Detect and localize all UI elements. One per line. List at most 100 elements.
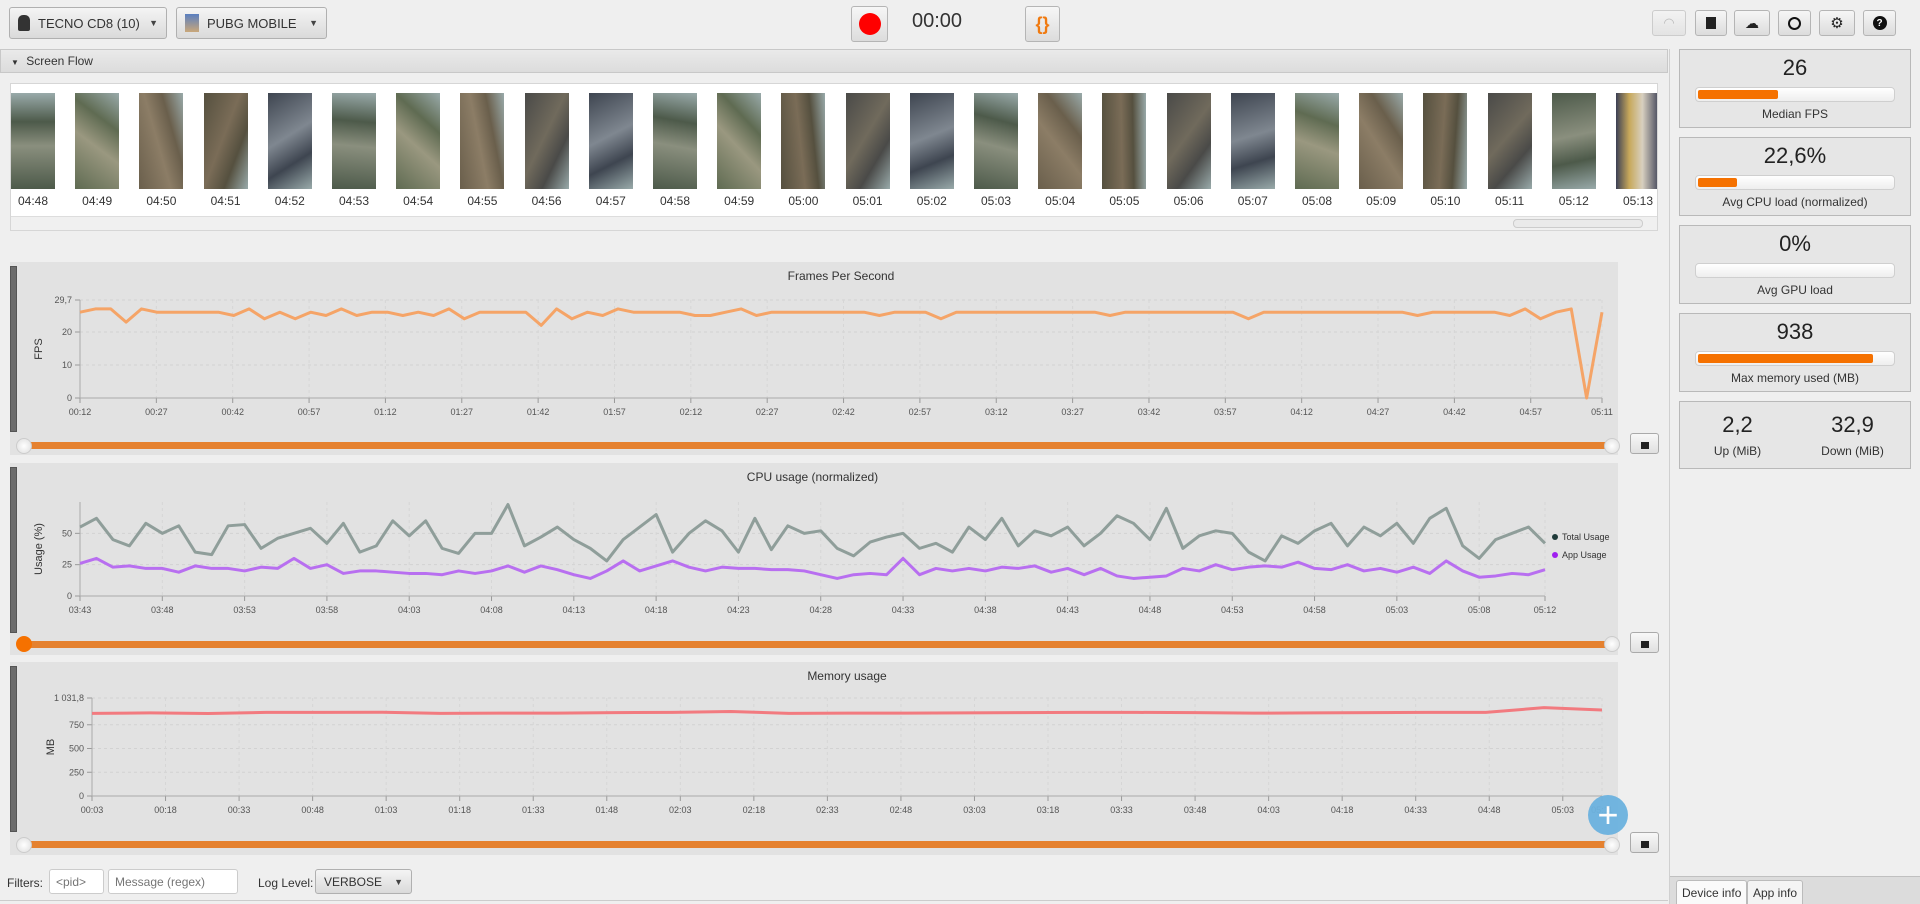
x-tick-label: 05:03 xyxy=(1386,605,1409,615)
screen-thumbnail[interactable]: 05:08 xyxy=(1285,84,1349,216)
upload-value: 2,2 xyxy=(1722,412,1753,437)
thumbnail-time: 05:09 xyxy=(1366,194,1397,208)
message-filter-input[interactable] xyxy=(108,869,238,894)
x-tick-label: 01:57 xyxy=(603,407,626,417)
history-button[interactable] xyxy=(1778,10,1811,36)
screen-thumbnail[interactable]: 05:01 xyxy=(836,84,900,216)
scrollbar-thumb[interactable] xyxy=(1513,219,1643,228)
screen-flow-strip[interactable]: 04:48 04:49 04:50 04:51 04:52 04:53 04:54 04:55… xyxy=(10,83,1658,231)
memory-lock-button[interactable] xyxy=(1630,832,1659,853)
device-dropdown[interactable]: TECNO CD8 (10) ▼ xyxy=(9,7,167,39)
screen-thumbnail[interactable]: 04:56 xyxy=(515,84,579,216)
device-name: TECNO CD8 (10) xyxy=(38,15,140,31)
series-line-app-usage xyxy=(79,556,1546,580)
thumbnail-image xyxy=(1423,93,1468,189)
x-tick-label: 05:03 xyxy=(1552,805,1575,815)
thumbnail-time: 04:58 xyxy=(659,194,691,208)
x-tick-label: 03:12 xyxy=(985,407,1008,417)
horizontal-scrollbar[interactable] xyxy=(11,216,1657,230)
screen-thumbnail[interactable]: 05:00 xyxy=(771,84,835,216)
network-card: 2,2 Up (MiB) 32,9 Down (MiB) xyxy=(1679,401,1911,469)
fps-range-slider[interactable] xyxy=(22,442,1612,449)
json-button[interactable]: {} xyxy=(1025,6,1060,42)
chart-title: Memory usage xyxy=(807,669,887,683)
screen-thumbnail[interactable]: 04:51 xyxy=(194,84,258,216)
thumbnail-image xyxy=(1295,93,1339,189)
chevron-down-icon: ▼ xyxy=(309,18,318,28)
x-tick-label: 01:33 xyxy=(522,805,545,815)
screen-thumbnail[interactable]: 04:50 xyxy=(129,84,193,216)
slider-end-handle[interactable] xyxy=(1604,837,1620,853)
screen-thumbnail[interactable]: 05:10 xyxy=(1413,84,1477,216)
screen-thumbnail[interactable]: 04:57 xyxy=(579,84,643,216)
x-tick-label: 03:48 xyxy=(151,605,174,615)
screen-thumbnail[interactable]: 04:59 xyxy=(707,84,771,216)
screen-thumbnail[interactable]: 04:58 xyxy=(643,84,707,216)
screen-thumbnail[interactable]: 04:55 xyxy=(450,84,514,216)
app-dropdown[interactable]: PUBG MOBILE ▼ xyxy=(176,7,327,39)
x-tick-label: 01:12 xyxy=(374,407,397,417)
thumbnail-time: 05:01 xyxy=(852,194,883,208)
thumbnail-time: 05:12 xyxy=(1558,194,1589,208)
y-tick-label: 0 xyxy=(67,591,72,601)
wifi-button[interactable]: ◠ xyxy=(1652,10,1686,36)
screen-flow-header[interactable]: ▼ Screen Flow xyxy=(0,49,1668,73)
add-marker-button[interactable]: + xyxy=(1588,795,1628,835)
screen-thumbnail[interactable]: 05:03 xyxy=(964,84,1028,216)
screen-thumbnail[interactable]: 04:53 xyxy=(322,84,386,216)
x-tick-label: 04:12 xyxy=(1290,407,1313,417)
slider-start-handle[interactable] xyxy=(16,438,32,454)
tab-device-info[interactable]: Device info xyxy=(1676,880,1748,904)
settings-button[interactable]: ⚙ xyxy=(1819,10,1855,36)
help-icon: ? xyxy=(1872,16,1887,30)
thumbnail-image xyxy=(717,93,762,189)
x-tick-label: 02:18 xyxy=(743,805,766,815)
screen-thumbnail[interactable]: 05:09 xyxy=(1349,84,1413,216)
screen-thumbnail[interactable]: 05:13 xyxy=(1606,84,1657,216)
x-tick-label: 04:58 xyxy=(1303,605,1326,615)
unlock-icon xyxy=(1640,442,1649,449)
log-level-dropdown[interactable]: VERBOSE ▼ xyxy=(315,869,412,894)
avg-cpu-card: 22,6% Avg CPU load (normalized) xyxy=(1679,137,1911,216)
memory-range-slider[interactable] xyxy=(22,841,1612,848)
upload-button[interactable]: ☁ xyxy=(1734,10,1770,36)
slider-end-handle[interactable] xyxy=(1604,636,1620,652)
screen-thumbnail[interactable]: 05:11 xyxy=(1478,84,1542,216)
screen-thumbnail[interactable]: 05:02 xyxy=(900,84,964,216)
x-tick-label: 00:57 xyxy=(298,407,321,417)
series-line-total-usage xyxy=(79,503,1547,563)
log-level-label: Log Level: xyxy=(258,876,314,890)
screen-thumbnail[interactable]: 04:54 xyxy=(386,84,450,216)
unlock-icon xyxy=(1640,641,1649,648)
slider-start-handle[interactable] xyxy=(16,636,32,652)
x-tick-label: 05:08 xyxy=(1468,605,1491,615)
pid-filter-input[interactable] xyxy=(49,869,104,894)
plus-icon: + xyxy=(1597,794,1619,835)
x-tick-label: 04:27 xyxy=(1367,407,1390,417)
screen-thumbnail[interactable]: 04:52 xyxy=(258,84,322,216)
screen-thumbnail[interactable]: 04:49 xyxy=(65,84,129,216)
tab-app-info[interactable]: App info xyxy=(1747,880,1804,904)
thumbnail-time: 05:05 xyxy=(1109,194,1140,208)
cloud-upload-icon: ☁ xyxy=(1745,14,1759,31)
screen-thumbnail[interactable]: 05:04 xyxy=(1028,84,1092,216)
x-tick-label: 02:33 xyxy=(816,805,839,815)
avg-gpu-label: Avg GPU load xyxy=(1757,283,1833,297)
screen-thumbnail[interactable]: 05:06 xyxy=(1157,84,1221,216)
delete-button[interactable] xyxy=(1695,10,1727,36)
cpu-range-slider[interactable] xyxy=(22,641,1612,648)
help-button[interactable]: ? xyxy=(1863,10,1896,36)
screen-thumbnail[interactable]: 05:07 xyxy=(1221,84,1285,216)
x-tick-label: 03:58 xyxy=(316,605,339,615)
screen-thumbnail[interactable]: 05:05 xyxy=(1092,84,1156,216)
slider-end-handle[interactable] xyxy=(1604,438,1620,454)
fps-chart: Frames Per Second FPS 0 10 20 29,7 00:12 00:27 0… xyxy=(33,269,1613,417)
cpu-lock-button[interactable] xyxy=(1630,632,1659,653)
thumbnail-image xyxy=(588,93,633,189)
record-button[interactable] xyxy=(851,6,888,42)
slider-start-handle[interactable] xyxy=(16,837,32,853)
fps-lock-button[interactable] xyxy=(1630,433,1659,454)
x-tick-label: 04:13 xyxy=(563,605,586,615)
screen-thumbnail[interactable]: 05:12 xyxy=(1542,84,1606,216)
screen-thumbnail[interactable]: 04:48 xyxy=(11,84,65,216)
